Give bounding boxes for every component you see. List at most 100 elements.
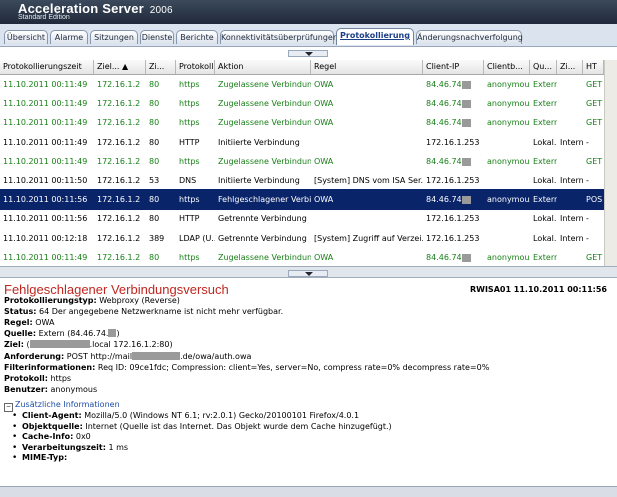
cell-dst: Intern (560, 214, 583, 224)
detail-value: Internet (Quelle ist das Internet. Das O… (85, 421, 392, 431)
cell-time: 11.10.2011 00:11:49 (3, 252, 88, 262)
cell-user: anonymous (487, 118, 530, 128)
cell-src: Extern (533, 195, 557, 205)
redacted-ip (462, 119, 471, 128)
cell-action: Initiierte Verbindung (218, 176, 300, 185)
cell-action: Zugelassene Verbindung (218, 156, 311, 166)
tab-alarme[interactable]: Alarme (50, 30, 88, 44)
tab-dienste[interactable]: Dienste (140, 30, 174, 44)
cell-action: Zugelassene Verbindung (218, 252, 311, 262)
col-aktion[interactable]: Aktion (215, 60, 311, 74)
additional-info-item: MIME-Typ: (12, 453, 67, 463)
cell-src: Extern (533, 156, 557, 166)
tab-aenderungen[interactable]: Änderungsnachverfolgung (416, 30, 523, 44)
tab-protokollierung[interactable]: Protokollierung (336, 28, 414, 45)
cell-ht: - (586, 137, 589, 147)
detail-value-suffix: ) (116, 329, 120, 339)
cell-proto: https (179, 80, 200, 89)
table-row[interactable]: 11.10.2011 00:11:49 172.16.1.2 80 https Zuge… (0, 247, 604, 266)
collapse-toggle-top[interactable] (288, 50, 328, 57)
col-zeit[interactable]: Protokollierungszeit (0, 60, 94, 74)
table-row[interactable]: 11.10.2011 00:11:56 172.16.1.2 80 HTTP Getre… (0, 208, 604, 229)
table-row[interactable]: 11.10.2011 00:11:50 172.16.1.2 53 DNS Initii… (0, 170, 604, 191)
table-row[interactable]: 11.10.2011 00:12:18 172.16.1.2 389 LDAP (U.… (0, 228, 604, 249)
cell-dest: 172.16.1.2 (97, 176, 141, 185)
col-client-ip[interactable]: Client-IP (423, 60, 484, 74)
col-clientbenutzer[interactable]: Clientb... (484, 60, 530, 74)
table-row[interactable]: 11.10.2011 00:11:49 172.16.1.2 80 https Zuge… (0, 93, 604, 114)
table-row[interactable]: 11.10.2011 00:11:49 172.16.1.2 80 https Zuge… (0, 74, 604, 95)
detail-value: 64 Der angegebene Netzwerkname ist nicht… (39, 307, 284, 317)
tab-uebersicht[interactable]: Übersicht (4, 30, 48, 44)
cell-proto: DNS (179, 176, 197, 185)
cell-ht: - (586, 233, 589, 243)
col-ziel[interactable]: Ziel... ▲ (94, 60, 146, 74)
cell-dest: 172.16.1.2 (97, 195, 141, 205)
cell-ht: - (586, 176, 589, 185)
redacted-ip (462, 157, 471, 166)
tab-bar: Übersicht Alarme Sitzungen Dienste Beric… (0, 24, 617, 47)
detail-label: Filterinformationen: (4, 362, 96, 372)
vertical-scrollbar[interactable] (604, 60, 617, 266)
log-table: Protokollierungszeit Ziel... ▲ Zi... Pro… (0, 60, 617, 266)
col-zielnetz[interactable]: Zi... (557, 60, 583, 74)
detail-value: Webproxy (Reverse) (99, 296, 180, 305)
cell-user (484, 170, 530, 191)
cell-ip: 84.46.74. (426, 195, 465, 205)
cell-dst: Intern (560, 176, 583, 185)
cell-dest: 172.16.1.2 (97, 156, 141, 166)
cell-ip: 172.16.1.253 (426, 176, 480, 185)
detail-value-suffix: .local 172.16.1.2:80) (89, 340, 173, 350)
col-http[interactable]: HT (583, 60, 604, 74)
tab-sitzungen[interactable]: Sitzungen (90, 30, 138, 44)
col-quelle[interactable]: Qu... (530, 60, 557, 74)
detail-label: Cache-Info: (22, 432, 74, 442)
cell-port: 389 (149, 233, 165, 243)
cell-src: Lokal... (533, 137, 557, 147)
cell-port: 80 (149, 118, 160, 128)
detail-field: Regel: OWA (4, 318, 54, 327)
cell-user: anonymous (487, 252, 530, 262)
detail-value: https (50, 373, 72, 383)
collapse-toggle-bottom[interactable] (288, 270, 328, 277)
cell-port: 80 (149, 252, 160, 262)
col-regel[interactable]: Regel (311, 60, 423, 74)
detail-label: Verarbeitungszeit: (22, 442, 106, 452)
cell-dest: 172.16.1.2 (97, 137, 141, 147)
cell-dst (557, 247, 583, 266)
detail-field: Benutzer: anonymous (4, 385, 97, 394)
table-row[interactable]: 11.10.2011 00:11:49 172.16.1.2 80 https Zuge… (0, 151, 604, 172)
detail-label: Objektquelle: (22, 421, 83, 431)
cell-ht: POS (586, 195, 603, 205)
table-row[interactable]: 11.10.2011 00:11:49 172.16.1.2 80 HTTP Initi… (0, 132, 604, 153)
redacted-ip (462, 81, 471, 89)
cell-action: Zugelassene Verbindung (218, 80, 311, 89)
cell-user: anonymous (487, 80, 530, 89)
table-row[interactable]: 11.10.2011 00:11:49 172.16.1.2 80 https Zuge… (0, 112, 604, 133)
additional-info-item: Client-Agent: Mozilla/5.0 (Windows NT 6.… (12, 411, 359, 421)
cell-ht: GET (586, 118, 603, 128)
cell-src: Lokal... (533, 176, 557, 185)
cell-time: 11.10.2011 00:11:49 (3, 80, 88, 89)
cell-ip: 84.46.74. (426, 156, 465, 166)
cell-proto: https (179, 195, 200, 205)
redacted-ip (462, 253, 471, 262)
details-server-stamp: RWISA01 11.10.2011 00:11:56 (469, 285, 607, 294)
cell-action: Initiierte Verbindung (218, 137, 300, 147)
cell-action: Getrennte Verbindung (218, 233, 307, 243)
table-header: Protokollierungszeit Ziel... ▲ Zi... Pro… (0, 60, 617, 75)
table-row[interactable]: 11.10.2011 00:11:56 172.16.1.2 80 https Fehl… (0, 189, 604, 211)
cell-time: 11.10.2011 00:11:49 (3, 99, 88, 109)
cell-dest: 172.16.1.2 (97, 118, 141, 128)
cell-rule: OWA (314, 156, 334, 166)
cell-src: Lokal... (533, 233, 557, 243)
col-zielport[interactable]: Zi... (146, 60, 176, 74)
tab-konnektivitaet[interactable]: Konnektivitätsüberprüfungen (220, 30, 338, 44)
cell-user: anonymous (487, 99, 530, 109)
tab-berichte[interactable]: Berichte (176, 30, 218, 44)
cell-rule: OWA (314, 252, 334, 262)
col-protokoll[interactable]: Protokoll (176, 60, 215, 74)
detail-field: Protokollierungstyp: Webproxy (Reverse) (4, 296, 180, 305)
cell-time: 11.10.2011 00:11:49 (3, 137, 88, 147)
cell-action: Getrennte Verbindung (218, 214, 307, 224)
